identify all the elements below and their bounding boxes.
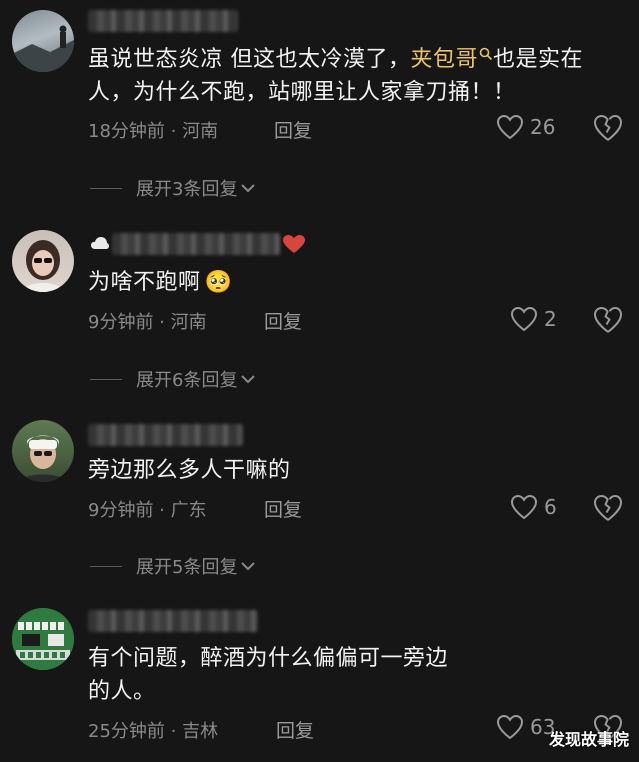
comment-2: 为啥不跑啊 🥺 9分钟前 · 河南 回复 2 展开6条回复	[0, 210, 639, 400]
search-keyword: 夹包哥	[410, 47, 479, 72]
comment-time: 25分钟前	[88, 721, 165, 742]
heart-outline-icon	[510, 494, 538, 520]
comment-text-part: 虽说世态炎凉 但这也太冷漠了，	[88, 47, 411, 72]
avatar[interactable]	[12, 420, 74, 482]
comment-text: 为啥不跑啊 🥺	[88, 266, 628, 299]
chevron-down-icon	[241, 562, 256, 571]
chevron-down-icon	[241, 375, 256, 384]
heart-badge-icon	[283, 235, 305, 253]
like-button[interactable]: 2	[510, 306, 557, 332]
username-blurred[interactable]	[112, 233, 280, 255]
comment-meta: 9分钟前 · 河南	[88, 308, 207, 334]
comment-text: 有个问题，醉酒为什么偏偏可一旁边的人。	[88, 642, 448, 708]
avatar-image	[12, 608, 74, 670]
comment-location: 吉林	[182, 721, 219, 742]
chevron-down-icon	[241, 184, 256, 193]
comment-text: 虽说世态炎凉 但这也太冷漠了，夹包哥 也是实在人，为什么不跑，站哪里让人家拿刀捅！…	[88, 43, 628, 109]
search-icon	[479, 47, 493, 61]
meta-separator: ·	[153, 312, 171, 333]
username-blurred[interactable]	[88, 10, 238, 32]
search-keyword-link[interactable]: 夹包哥	[411, 47, 494, 72]
expand-replies-button[interactable]: 展开5条回复	[90, 553, 256, 579]
meta-separator: ·	[164, 721, 183, 742]
comment-3: 旁边那么多人干嘛的 9分钟前 · 广东 回复 6 展开5条回复	[0, 400, 639, 590]
crying-emoji: 🥺	[204, 270, 233, 295]
like-count: 2	[544, 307, 557, 331]
username-blurred[interactable]	[88, 610, 258, 632]
expand-replies-label: 展开6条回复	[136, 370, 238, 391]
like-count: 6	[544, 495, 557, 519]
expand-replies-label: 展开3条回复	[136, 179, 238, 200]
comment-text-part: 旁边那么多人干嘛的	[88, 458, 291, 483]
like-button[interactable]: 63	[496, 714, 555, 740]
comment-time: 9分钟前	[88, 500, 154, 521]
reply-button[interactable]: 回复	[274, 116, 312, 143]
expand-replies-label: 展开5条回复	[136, 557, 238, 578]
comment-text: 旁边那么多人干嘛的	[88, 454, 628, 487]
reply-button[interactable]: 回复	[276, 716, 314, 743]
avatar-image	[20, 435, 66, 482]
comment-meta: 9分钟前 · 广东	[88, 496, 207, 522]
avatar-image	[22, 240, 64, 292]
expand-replies-button[interactable]: 展开3条回复	[90, 175, 256, 201]
heart-outline-icon	[496, 714, 524, 740]
comment-time: 9分钟前	[88, 312, 154, 333]
comment-location: 广东	[170, 500, 207, 521]
comment-4: 有个问题，醉酒为什么偏偏可一旁边的人。 25分钟前 · 吉林 回复 63	[0, 590, 639, 762]
heart-outline-icon	[510, 306, 538, 332]
divider	[90, 187, 122, 189]
like-button[interactable]: 6	[510, 494, 557, 520]
reply-button[interactable]: 回复	[264, 495, 302, 522]
reply-button[interactable]: 回复	[264, 307, 302, 334]
comment-1: 虽说世态炎凉 但这也太冷漠了，夹包哥 也是实在人，为什么不跑，站哪里让人家拿刀捅！…	[0, 0, 639, 210]
comment-time: 18分钟前	[88, 121, 165, 142]
watermark: 发现故事院	[548, 730, 629, 749]
broken-heart-icon[interactable]	[593, 305, 623, 335]
comment-location: 河南	[182, 121, 219, 142]
divider	[90, 565, 122, 567]
comment-meta: 18分钟前 · 河南	[88, 117, 218, 143]
meta-separator: ·	[164, 121, 183, 142]
broken-heart-icon[interactable]	[593, 113, 623, 143]
avatar[interactable]	[12, 608, 74, 670]
comment-text-part: 为啥不跑啊	[88, 270, 201, 295]
username-blurred[interactable]	[88, 424, 243, 446]
avatar-image	[12, 25, 74, 72]
expand-replies-button[interactable]: 展开6条回复	[90, 366, 256, 392]
comment-text-part: 有个问题，醉酒为什么偏偏可一旁边的人。	[88, 646, 449, 704]
meta-separator: ·	[153, 500, 171, 521]
avatar[interactable]	[12, 230, 74, 292]
cloud-icon	[91, 237, 109, 249]
heart-outline-icon	[496, 114, 524, 140]
comment-location: 河南	[170, 312, 207, 333]
broken-heart-icon[interactable]	[593, 493, 623, 523]
comment-meta: 25分钟前 · 吉林	[88, 717, 218, 743]
avatar[interactable]	[12, 10, 74, 72]
like-count: 26	[530, 115, 556, 139]
like-button[interactable]: 26	[496, 114, 555, 140]
divider	[90, 378, 122, 380]
